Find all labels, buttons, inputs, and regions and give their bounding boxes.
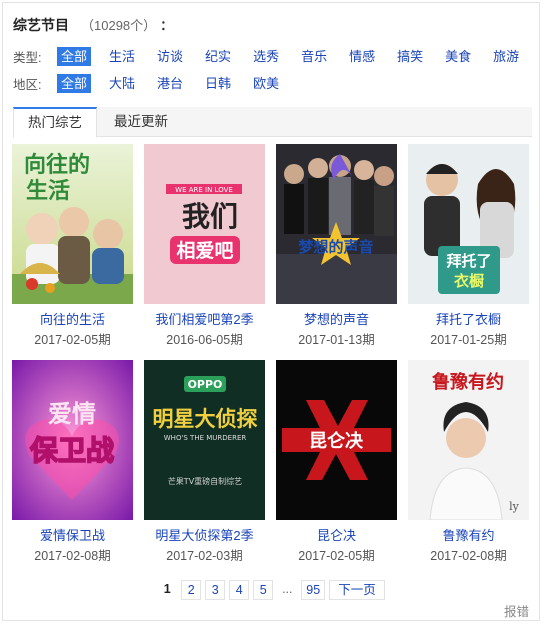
show-episode-date: 2017-02-05期 xyxy=(34,333,111,347)
show-episode-date: 2016-06-05期 xyxy=(166,333,243,347)
tab-bar: 热门综艺 最近更新 xyxy=(13,107,532,138)
show-title-link[interactable]: 明星大侦探第2季 xyxy=(144,527,265,545)
svg-text:WHO'S THE MURDERER: WHO'S THE MURDERER xyxy=(164,434,247,442)
show-poster[interactable]: 拜托了 衣橱 xyxy=(408,144,529,304)
svg-text:向往的: 向往的 xyxy=(24,152,90,178)
type-filter-all[interactable]: 全部 xyxy=(57,46,92,66)
svg-text:明星大侦探: 明星大侦探 xyxy=(153,407,258,431)
show-card: 拜托了 衣橱 拜托了衣橱 2017-01-25期 xyxy=(408,144,529,349)
page-link-5[interactable]: 5 xyxy=(253,580,274,600)
section-title: 综艺节目 xyxy=(13,17,69,33)
page-current: 1 xyxy=(163,582,171,596)
variety-show-panel: 综艺节目 （10298个） ： 类型: 全部 生活 访谈 纪实 选秀 音乐 情感… xyxy=(2,2,540,621)
show-card: 向往的 生活 向往的生活 2017-02-05期 xyxy=(12,144,133,349)
poster-image: 昆仑决 xyxy=(276,360,397,520)
show-poster[interactable]: OPPO 明星大侦探 WHO'S THE MURDERER 芒果TV重磅自制综艺 xyxy=(144,360,265,520)
poster-image: 向往的 生活 xyxy=(12,144,133,304)
type-filter-life[interactable]: 生活 xyxy=(105,47,139,66)
show-poster[interactable]: 向往的 生活 xyxy=(12,144,133,304)
report-error-link[interactable]: 报错 xyxy=(504,601,529,620)
show-title-link[interactable]: 梦想的声音 xyxy=(276,311,397,329)
svg-text:保卫战: 保卫战 xyxy=(30,434,114,467)
type-filter-travel[interactable]: 旅游 xyxy=(489,47,523,66)
show-title-link[interactable]: 向往的生活 xyxy=(12,311,133,329)
page-link-2[interactable]: 2 xyxy=(181,580,202,600)
region-filter-all[interactable]: 全部 xyxy=(57,73,92,93)
poster-image: 梦想的声音 xyxy=(276,144,397,304)
svg-text:芒果TV重磅自制综艺: 芒果TV重磅自制综艺 xyxy=(168,476,242,486)
show-title-link[interactable]: 昆仑决 xyxy=(276,527,397,545)
type-filter-talent[interactable]: 选秀 xyxy=(249,47,283,66)
svg-text:ly: ly xyxy=(509,500,520,513)
show-card: WE ARE IN LOVE 我 们 相爱吧 我们相爱吧第2季 2016-06-… xyxy=(144,144,265,349)
poster-image: 鲁豫有约 ly xyxy=(408,360,529,520)
svg-text:WE ARE IN LOVE: WE ARE IN LOVE xyxy=(175,186,233,194)
show-episode-date: 2017-02-08期 xyxy=(34,549,111,563)
show-poster[interactable]: WE ARE IN LOVE 我 们 相爱吧 xyxy=(144,144,265,304)
next-page-button[interactable]: 下一页 xyxy=(329,580,385,600)
poster-image: WE ARE IN LOVE 我 们 相爱吧 xyxy=(144,144,265,304)
tab-recent-updates[interactable]: 最近更新 xyxy=(99,107,183,138)
show-card: 爱情 保卫战 爱情保卫战 2017-02-08期 xyxy=(12,360,133,565)
region-filter-western[interactable]: 欧美 xyxy=(249,74,283,93)
show-title-link[interactable]: 拜托了衣橱 xyxy=(408,311,529,329)
tab-hot-variety[interactable]: 热门综艺 xyxy=(13,107,97,138)
page-link-4[interactable]: 4 xyxy=(229,580,250,600)
svg-text:OPPO: OPPO xyxy=(188,378,223,391)
region-filter-mainland[interactable]: 大陆 xyxy=(105,74,139,93)
type-filter-comedy[interactable]: 搞笑 xyxy=(393,47,427,66)
show-episode-date: 2017-02-03期 xyxy=(166,549,243,563)
svg-text:衣橱: 衣橱 xyxy=(454,272,484,290)
show-title-link[interactable]: 鲁豫有约 xyxy=(408,527,529,545)
show-poster[interactable]: 昆仑决 xyxy=(276,360,397,520)
show-title-link[interactable]: 我们相爱吧第2季 xyxy=(144,311,265,329)
show-episode-date: 2017-01-25期 xyxy=(430,333,507,347)
region-filter-row: 地区: 全部 大陆 港台 日韩 欧美 xyxy=(13,73,297,93)
type-filter-food[interactable]: 美食 xyxy=(441,47,475,66)
svg-text:生活: 生活 xyxy=(26,179,70,204)
show-card: 昆仑决 昆仑决 2017-02-05期 xyxy=(276,360,397,565)
show-episode-date: 2017-02-08期 xyxy=(430,549,507,563)
poster-image: 爱情 保卫战 xyxy=(12,360,133,520)
show-title-link[interactable]: 爱情保卫战 xyxy=(12,527,133,545)
region-filter-hktw[interactable]: 港台 xyxy=(153,74,187,93)
svg-text:我: 我 xyxy=(182,200,210,233)
section-header: 综艺节目 （10298个） ： xyxy=(13,15,173,35)
show-count: （10298个） xyxy=(81,18,157,33)
type-filter-talk[interactable]: 访谈 xyxy=(153,47,187,66)
page-link-3[interactable]: 3 xyxy=(205,580,226,600)
show-card: 梦想的声音 梦想的声音 2017-01-13期 xyxy=(276,144,397,349)
show-episode-date: 2017-02-05期 xyxy=(298,549,375,563)
page-ellipsis: ... xyxy=(282,582,293,596)
page-link-last[interactable]: 95 xyxy=(301,580,326,600)
svg-text:相爱吧: 相爱吧 xyxy=(176,240,233,262)
type-filter-music[interactable]: 音乐 xyxy=(297,47,331,66)
type-filter-label: 类型: xyxy=(13,50,42,65)
show-count-colon: ： xyxy=(160,18,174,33)
type-filter-documentary[interactable]: 纪实 xyxy=(201,47,235,66)
show-card: OPPO 明星大侦探 WHO'S THE MURDERER 芒果TV重磅自制综艺… xyxy=(144,360,265,565)
show-episode-date: 2017-01-13期 xyxy=(298,333,375,347)
show-poster[interactable]: 鲁豫有约 ly xyxy=(408,360,529,520)
svg-text:梦想的声音: 梦想的声音 xyxy=(298,238,373,256)
svg-text:们: 们 xyxy=(210,200,238,233)
poster-image: 拜托了 衣橱 xyxy=(408,144,529,304)
type-filter-row: 类型: 全部 生活 访谈 纪实 选秀 音乐 情感 搞笑 美食 旅游 xyxy=(13,46,537,66)
show-poster[interactable]: 梦想的声音 xyxy=(276,144,397,304)
region-filter-label: 地区: xyxy=(13,77,42,92)
svg-text:鲁豫有约: 鲁豫有约 xyxy=(432,371,504,393)
type-filter-romance[interactable]: 情感 xyxy=(345,47,379,66)
svg-text:昆仑决: 昆仑决 xyxy=(309,430,364,452)
svg-text:拜托了: 拜托了 xyxy=(446,252,491,270)
region-filter-jpkr[interactable]: 日韩 xyxy=(201,74,235,93)
show-poster[interactable]: 爱情 保卫战 xyxy=(12,360,133,520)
svg-text:爱情: 爱情 xyxy=(48,400,96,428)
pagination: 1 2 3 4 5 ... 95 下一页 xyxy=(3,579,539,601)
poster-image: OPPO 明星大侦探 WHO'S THE MURDERER 芒果TV重磅自制综艺 xyxy=(144,360,265,520)
show-card: 鲁豫有约 ly 鲁豫有约 2017-02-08期 xyxy=(408,360,529,565)
